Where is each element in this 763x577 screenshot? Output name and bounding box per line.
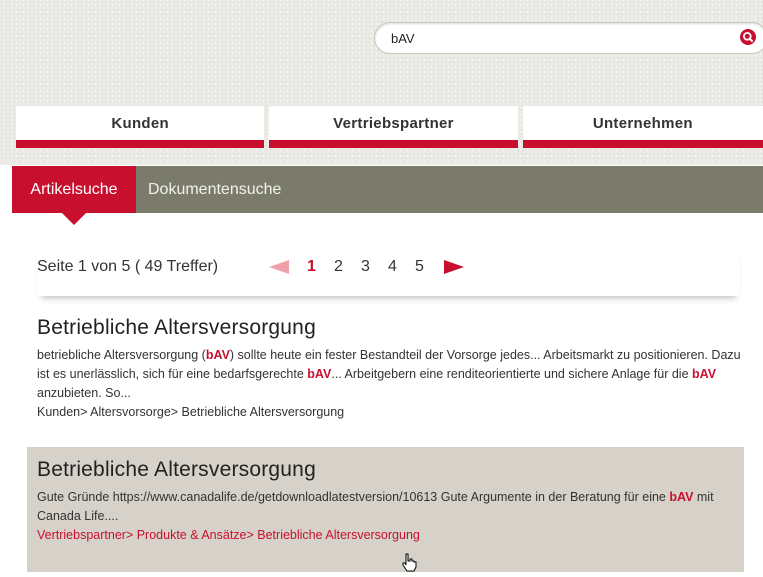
tab-vertriebspartner[interactable]: Vertriebspartner: [269, 106, 518, 148]
result-title[interactable]: Betriebliche Altersversorgung: [37, 316, 747, 340]
page-numbers: 1 2 3 4 5: [307, 258, 442, 276]
tab-unternehmen[interactable]: Unternehmen: [522, 106, 763, 148]
tab-artikelsuche[interactable]: Artikelsuche: [12, 166, 136, 225]
result-snippet: betriebliche Altersversorgung (bAV) soll…: [37, 348, 741, 400]
page-link-1[interactable]: 1: [307, 258, 334, 276]
keyword-highlight: bAV: [669, 490, 694, 504]
page-link-5[interactable]: 5: [415, 258, 442, 276]
hand-cursor-icon: [401, 553, 419, 577]
pagination: Seite 1 von 5 ( 49 Treffer) 1 2 3 4 5: [37, 246, 740, 296]
search-result: Betriebliche Altersversorgung Gute Gründ…: [37, 458, 747, 542]
main-nav: Kunden Vertriebspartner Unternehmen: [16, 106, 763, 148]
result-title[interactable]: Betriebliche Altersversorgung: [37, 458, 747, 482]
keyword-highlight: bAV: [205, 348, 230, 362]
page-link-3[interactable]: 3: [361, 258, 388, 276]
arrow-left-icon[interactable]: [269, 260, 289, 279]
keyword-highlight: bAV: [692, 367, 717, 381]
tab-dokumentensuche[interactable]: Dokumentensuche: [148, 166, 281, 213]
tab-kunden[interactable]: Kunden: [16, 106, 265, 148]
result-breadcrumb[interactable]: Kunden> Altersvorsorge> Betriebliche Alt…: [37, 405, 747, 419]
search-input[interactable]: [391, 29, 721, 47]
arrow-right-icon[interactable]: [444, 260, 464, 279]
result-snippet: Gute Gründe https://www.canadalife.de/ge…: [37, 490, 714, 523]
search-result: Betriebliche Altersversorgung betrieblic…: [37, 316, 747, 419]
keyword-highlight: bAV: [307, 367, 332, 381]
result-breadcrumb[interactable]: Vertriebspartner> Produkte & Ansätze> Be…: [37, 528, 747, 542]
page-link-4[interactable]: 4: [388, 258, 415, 276]
search-icon[interactable]: [740, 29, 756, 45]
search-type-nav: Artikelsuche Dokumentensuche: [12, 166, 763, 225]
page-link-2[interactable]: 2: [334, 258, 361, 276]
search-box[interactable]: [374, 22, 763, 54]
pagination-summary: Seite 1 von 5 ( 49 Treffer): [37, 258, 219, 275]
